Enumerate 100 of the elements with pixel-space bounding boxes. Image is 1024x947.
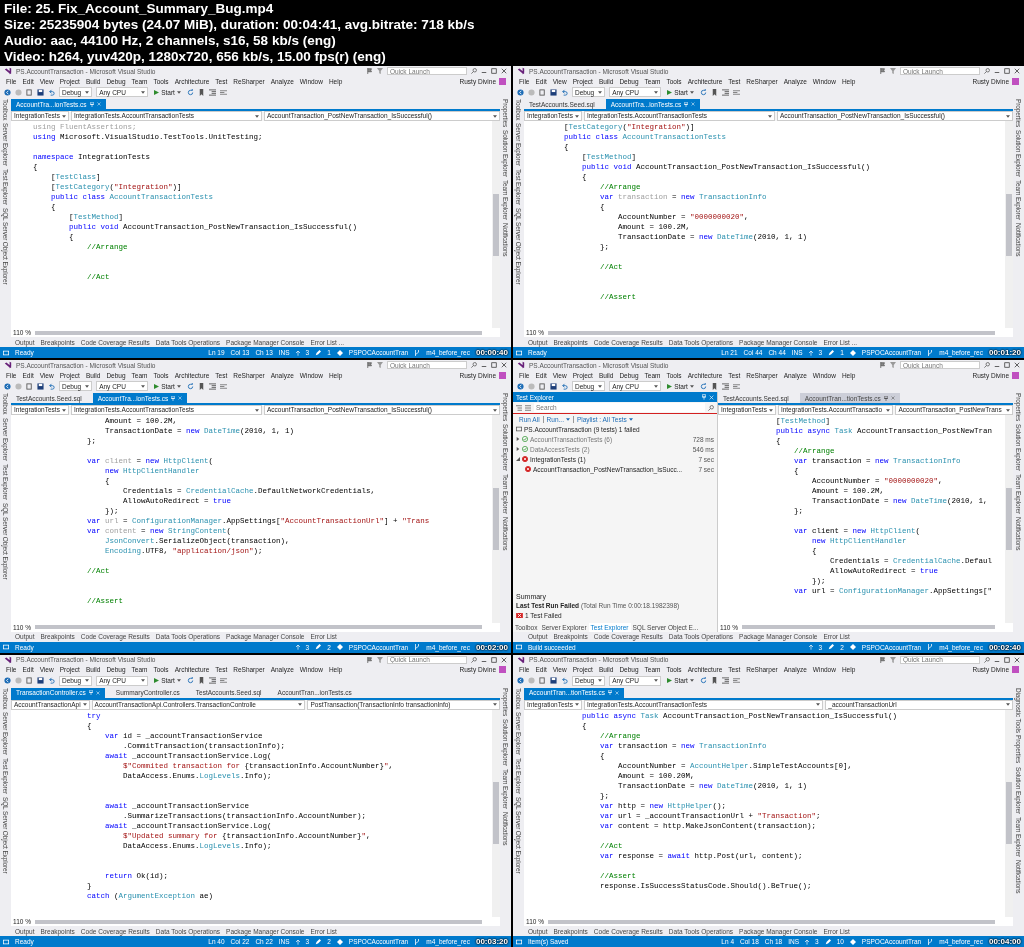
expander-icon[interactable] [516,447,520,452]
undo-icon[interactable] [48,382,55,390]
filter-icon[interactable] [890,68,896,74]
save-icon[interactable] [550,88,557,96]
bookmark-icon[interactable] [710,677,718,685]
maximize-icon[interactable] [1004,656,1010,663]
vertical-scrollbar[interactable] [1005,415,1013,623]
save-icon[interactable] [37,677,44,685]
list-icon[interactable] [525,404,531,411]
code-editor[interactable] [11,121,500,329]
bookmark-icon[interactable] [710,88,718,96]
flag-icon[interactable] [367,68,373,74]
back-icon[interactable] [4,677,11,685]
horizontal-scrollbar[interactable] [34,625,482,630]
filter-icon[interactable] [377,68,383,74]
comment-icon[interactable] [732,88,740,96]
code-editor[interactable] [11,709,500,917]
avatar-icon[interactable] [1012,77,1019,85]
vertical-scrollbar[interactable] [492,121,500,329]
search-icon[interactable] [471,656,477,663]
expander-icon[interactable] [516,457,520,462]
search-icon[interactable] [708,404,714,411]
code-editor[interactable] [524,121,1013,329]
maximize-icon[interactable] [491,656,497,663]
close-icon[interactable] [1014,656,1020,663]
save-icon[interactable] [37,88,44,96]
avatar-icon[interactable] [499,666,506,674]
save-icon[interactable] [37,382,44,390]
vertical-scrollbar[interactable] [1005,709,1013,917]
filter-icon[interactable] [890,656,896,663]
back-icon[interactable] [517,677,524,685]
refresh-icon[interactable] [699,677,707,685]
filter-icon[interactable] [377,656,383,663]
pin-icon[interactable] [883,395,888,401]
horizontal-scrollbar[interactable] [547,330,995,335]
bookmark-icon[interactable] [197,677,205,685]
comment-icon[interactable] [219,382,227,390]
code-editor[interactable] [718,415,1013,623]
flag-icon[interactable] [367,656,373,663]
avatar-icon[interactable] [1012,371,1019,379]
flag-icon[interactable] [880,362,886,369]
flag-icon[interactable] [367,362,373,369]
search-icon[interactable] [984,68,990,74]
undo-icon[interactable] [48,88,55,96]
close-icon[interactable] [501,362,507,369]
close-icon[interactable] [501,656,507,663]
horizontal-scrollbar[interactable] [34,919,482,924]
horizontal-scrollbar[interactable] [547,919,995,924]
avatar-icon[interactable] [1012,666,1019,674]
flag-icon[interactable] [880,656,886,663]
avatar-icon[interactable] [499,77,506,85]
comment-icon[interactable] [219,677,227,685]
undo-icon[interactable] [561,382,568,390]
group-by-icon[interactable] [516,404,522,411]
undo-icon[interactable] [561,88,568,96]
maximize-icon[interactable] [1004,362,1010,369]
indent-icon[interactable] [208,677,216,685]
undo-icon[interactable] [48,677,55,685]
vertical-scrollbar[interactable] [1005,121,1013,329]
back-icon[interactable] [517,382,524,390]
search-icon[interactable] [984,362,990,369]
back-icon[interactable] [4,382,11,390]
horizontal-scrollbar[interactable] [34,330,482,335]
comment-icon[interactable] [732,677,740,685]
indent-icon[interactable] [721,88,729,96]
close-icon[interactable] [890,396,895,401]
undo-icon[interactable] [561,677,568,685]
search-icon[interactable] [471,362,477,369]
vertical-scrollbar[interactable] [492,415,500,623]
refresh-icon[interactable] [699,382,707,390]
close-icon[interactable] [1014,68,1020,74]
bookmark-icon[interactable] [197,382,205,390]
save-icon[interactable] [550,382,557,390]
refresh-icon[interactable] [186,677,194,685]
back-icon[interactable] [517,88,524,96]
maximize-icon[interactable] [491,362,497,369]
code-editor[interactable] [524,709,1013,917]
horizontal-scrollbar[interactable] [741,625,995,630]
back-icon[interactable] [4,88,11,96]
maximize-icon[interactable] [1004,68,1010,74]
filter-icon[interactable] [890,362,896,369]
comment-icon[interactable] [732,382,740,390]
filter-icon[interactable] [377,362,383,369]
flag-icon[interactable] [880,68,886,74]
bookmark-icon[interactable] [197,88,205,96]
expander-icon[interactable] [516,437,520,442]
close-icon[interactable] [1014,362,1020,369]
close-icon[interactable] [501,68,507,74]
indent-icon[interactable] [208,88,216,96]
bookmark-icon[interactable] [710,382,718,390]
save-icon[interactable] [550,677,557,685]
refresh-icon[interactable] [699,88,707,96]
refresh-icon[interactable] [186,88,194,96]
refresh-icon[interactable] [186,382,194,390]
indent-icon[interactable] [208,382,216,390]
indent-icon[interactable] [721,382,729,390]
maximize-icon[interactable] [491,68,497,74]
avatar-icon[interactable] [499,371,506,379]
search-icon[interactable] [471,68,477,74]
vertical-scrollbar[interactable] [492,709,500,917]
